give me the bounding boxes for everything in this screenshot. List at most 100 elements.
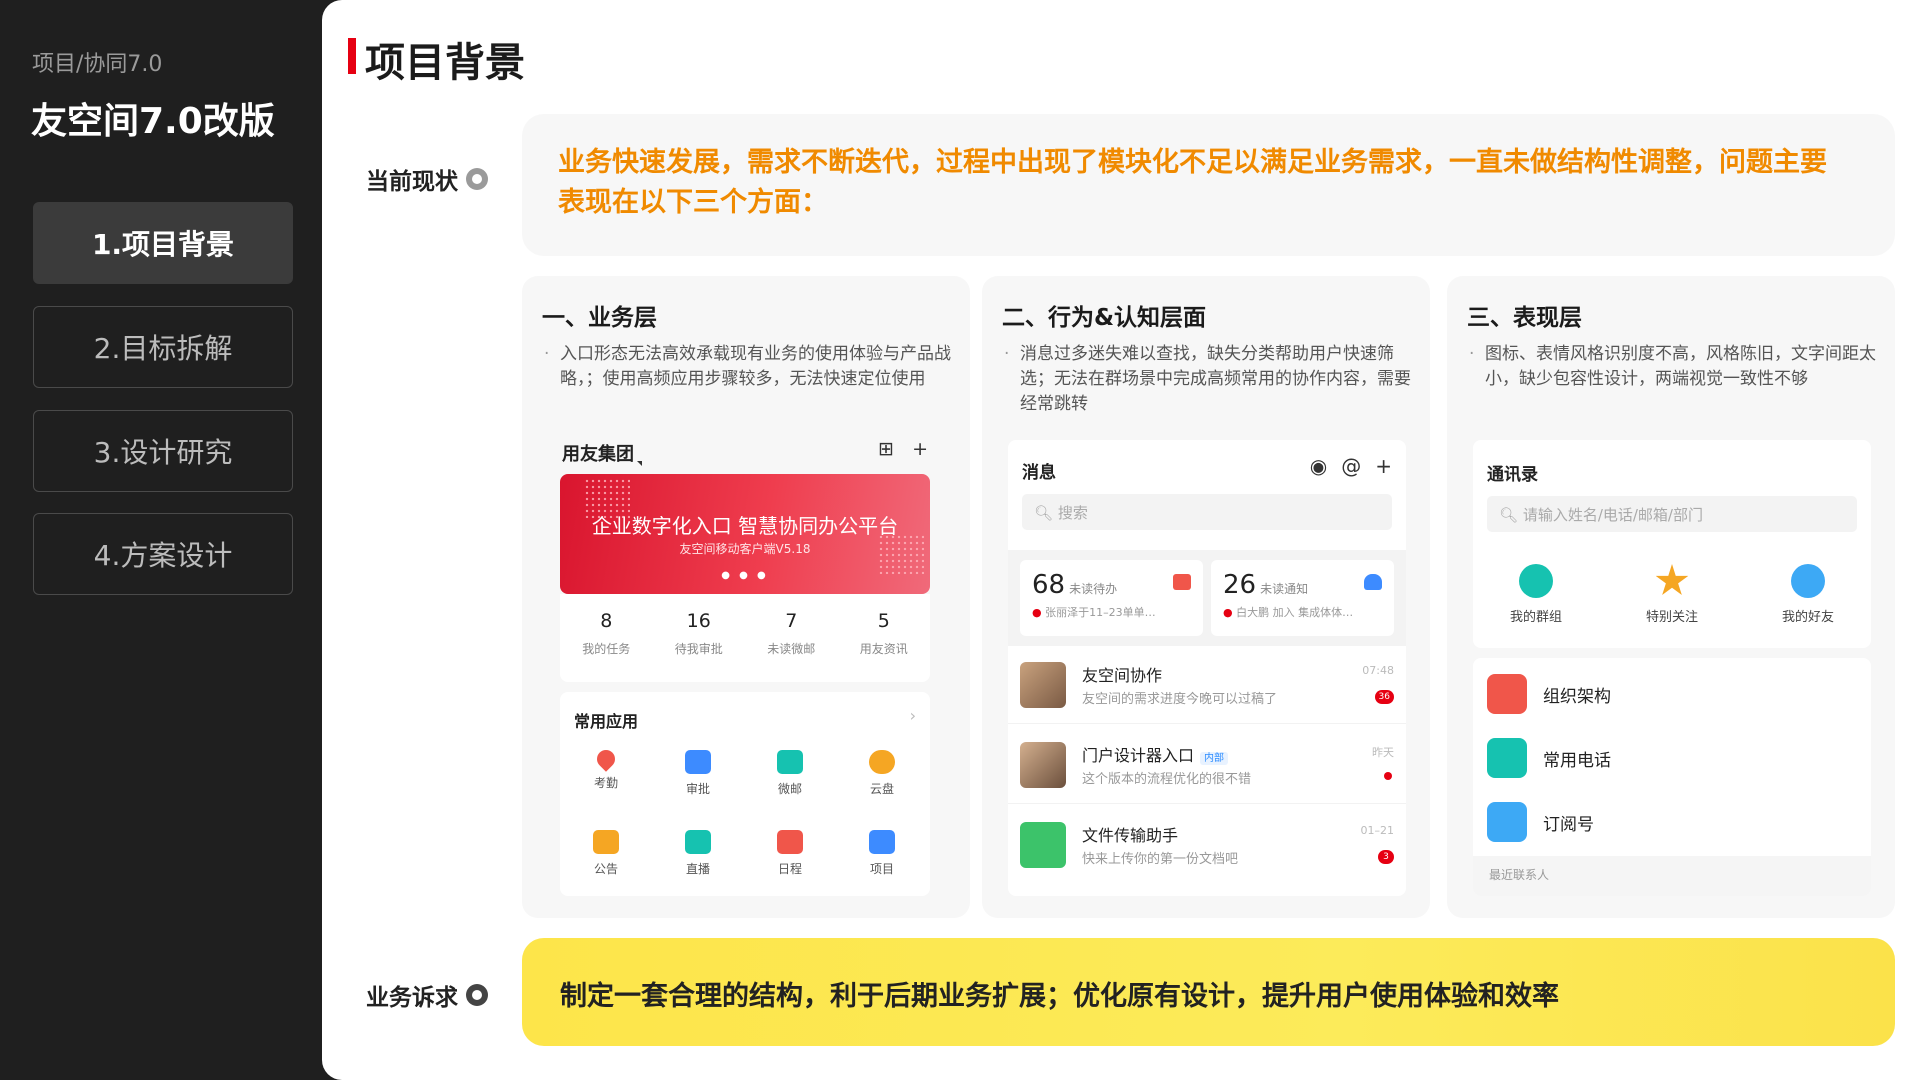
unread-badge: 36 [1374, 690, 1394, 704]
chat-name: 文件传输助手 [1082, 826, 1179, 845]
tile-sub-text: 张丽泽于11–23单单… [1045, 606, 1156, 619]
chat-name: 友空间协作 [1082, 666, 1163, 685]
star-icon [1655, 564, 1689, 595]
carousel-dots: ● ● ● [721, 570, 769, 581]
recent-contacts-header: 最近联系人 [1473, 856, 1871, 896]
unread-dot [1384, 772, 1392, 780]
sidebar: 项目/协同7.0 友空间7.0改版 1.项目背景 2.目标拆解 3.设计研究 4… [0, 0, 322, 1080]
promo-banner[interactable]: 企业数字化入口 智慧协同办公平台 友空间移动客户端V5.18 ● ● ● [560, 474, 930, 594]
app-project[interactable]: 项目 [836, 830, 928, 877]
contacts-title: 通讯录 [1487, 465, 1538, 485]
column-presentation-layer: 三、表现层 图标、表情风格识别度不高，风格陈旧，文字间距太小，缺少包容性设计，两… [1447, 276, 1895, 918]
contacts-mock: 通讯录 🔍︎ 请输入姓名/电话/邮箱/部门 我的群组 特别关注 我的好友 组织架… [1473, 440, 1871, 896]
column-business-layer: 一、业务层 入口形态无法高效承载现有业务的使用体验与产品战略，；使用高频应用步骤… [522, 276, 970, 918]
bullet-icon [466, 984, 488, 1006]
tile-todo[interactable]: 68 未读待办 ● 张丽泽于11–23单单… [1020, 560, 1203, 636]
contact-search-input[interactable]: 🔍︎ 请输入姓名/电话/邮箱/部门 [1487, 496, 1857, 532]
chat-row[interactable]: 门户设计器入口 内部 这个版本的流程优化的很不错 昨天 [1008, 726, 1406, 804]
messages-title: 消息 [1022, 463, 1056, 483]
app-cloud-drive[interactable]: 云盘 [836, 750, 928, 797]
chevron-right-icon[interactable]: › [910, 706, 916, 725]
app-calendar[interactable]: 日程 [744, 830, 836, 877]
column-title: 一、业务层 [542, 305, 657, 331]
chat-list: 友空间协作 友空间的需求进度今晚可以过稿了 07:48 36 门户设计器入口 内部… [1008, 646, 1406, 896]
bullet-icon [466, 168, 488, 190]
org-chart-icon [1487, 674, 1527, 714]
stat-value: 8 [600, 610, 613, 632]
nav-item-project-background[interactable]: 1.项目背景 [33, 202, 293, 284]
tile-count: 26 [1223, 570, 1257, 600]
cloud-icon [869, 750, 895, 774]
stat-label: 用友资讯 [859, 642, 908, 656]
bell-icon [1364, 574, 1382, 590]
location-icon [593, 746, 619, 772]
column-description: 图标、表情风格识别度不高，风格陈旧，文字间距太小，缺少包容性设计，两端视觉一致性… [1469, 342, 1877, 392]
tile-notice[interactable]: 26 未读通知 ● 白大鹏 加入 集成体体… [1211, 560, 1394, 636]
stat-label: 待我审批 [674, 642, 723, 656]
file-transfer-icon [1020, 822, 1066, 868]
messages-mock: 消息 ◉ @ + 🔍︎ 搜索 68 未读待办 ● 张丽泽于11–23单单… 26 未… [1008, 440, 1406, 896]
quick-special-follow[interactable]: 特别关注 [1612, 564, 1732, 625]
column-description: 消息过多迷失难以查找，缺失分类帮助用户快速筛选；无法在群场景中完成高频常用的协作… [1004, 342, 1412, 417]
tile-unit: 未读待办 [1069, 582, 1118, 596]
plus-icon[interactable]: + [912, 438, 928, 460]
list-item-subscriptions[interactable]: 订阅号 [1473, 790, 1871, 852]
calendar-icon [777, 830, 803, 854]
list-item-common-phones[interactable]: 常用电话 [1473, 726, 1871, 788]
tile-subtitle: ● 白大鹏 加入 集成体体… [1223, 606, 1354, 619]
app-label: 审批 [685, 782, 710, 796]
app-label: 日程 [777, 862, 802, 876]
stat-pending-approval[interactable]: 16 待我审批 [653, 594, 746, 682]
contacts-list: 组织架构 常用电话 订阅号 最近联系人 [1473, 658, 1871, 896]
banner-subtitle: 友空间移动客户端V5.18 [679, 542, 811, 556]
app-label: 考勤 [593, 776, 618, 790]
stat-news[interactable]: 5 用友资讯 [838, 594, 931, 682]
stats-row: 8 我的任务 16 待我审批 7 未读微邮 5 用友资讯 [560, 594, 930, 682]
approval-icon [685, 750, 711, 774]
list-item-org-structure[interactable]: 组织架构 [1473, 662, 1871, 724]
current-status-text: 当前现状 [366, 169, 458, 195]
stat-value: 5 [877, 610, 890, 632]
org-name: 用友集团 [562, 444, 634, 465]
chat-row[interactable]: 文件传输助手 快来上传你的第一份文档吧 01–21 3 [1008, 806, 1406, 884]
video-camera-icon [685, 830, 711, 854]
grid-icon[interactable]: ⊞ [878, 438, 894, 460]
business-ask-description: 制定一套合理的结构，利于后期业务扩展；优化原有设计，提升用户使用体验和效率 [560, 981, 1559, 1012]
nav-item-goal-breakdown[interactable]: 2.目标拆解 [33, 306, 293, 388]
business-ask-label: 业务诉求 [366, 978, 488, 1012]
nav-item-solution-design[interactable]: 4.方案设计 [33, 513, 293, 595]
quick-label: 特别关注 [1645, 610, 1698, 625]
plus-icon[interactable]: + [1375, 454, 1392, 478]
app-attendance[interactable]: 考勤 [560, 746, 652, 791]
apps-title: 常用应用 [574, 712, 639, 731]
tile-unit: 未读通知 [1260, 582, 1309, 596]
group-avatar [1020, 662, 1066, 708]
chat-message: 友空间的需求进度今晚可以过稿了 [1082, 692, 1278, 707]
search-placeholder: 请输入姓名/电话/邮箱/部门 [1522, 506, 1703, 524]
tile-count: 68 [1032, 570, 1066, 600]
chat-name-text: 门户设计器入口 [1082, 746, 1195, 765]
stat-my-tasks[interactable]: 8 我的任务 [560, 594, 653, 682]
app-live[interactable]: 直播 [652, 830, 744, 877]
chat-time: 昨天 [1372, 746, 1394, 759]
column-title: 二、行为&认知层面 [1002, 305, 1207, 331]
eye-icon[interactable]: ◉ [1310, 454, 1327, 478]
org-selector[interactable]: 用友集团 [562, 440, 642, 466]
quick-my-friends[interactable]: 我的好友 [1748, 564, 1868, 625]
stat-unread-mail[interactable]: 7 未读微邮 [745, 594, 838, 682]
common-apps-card: 常用应用 › 考勤 审批 微邮 云盘 公告 直播 日程 项目 [560, 692, 930, 896]
app-mail[interactable]: 微邮 [744, 750, 836, 797]
contacts-header: 通讯录 🔍︎ 请输入姓名/电话/邮箱/部门 我的群组 特别关注 我的好友 [1473, 440, 1871, 648]
app-approval[interactable]: 审批 [652, 750, 744, 797]
at-icon[interactable]: @ [1341, 454, 1361, 478]
chat-row[interactable]: 友空间协作 友空间的需求进度今晚可以过稿了 07:48 36 [1008, 646, 1406, 724]
banner-title: 企业数字化入口 智慧协同办公平台 [591, 514, 899, 538]
unread-badge: 3 [1378, 850, 1394, 864]
search-input[interactable]: 🔍︎ 搜索 [1022, 494, 1392, 530]
chat-message: 这个版本的流程优化的很不错 [1082, 772, 1252, 787]
page-title: 项目背景 [365, 40, 525, 86]
nav-item-design-research[interactable]: 3.设计研究 [33, 410, 293, 492]
app-announcement[interactable]: 公告 [560, 830, 652, 877]
stat-label: 我的任务 [582, 642, 631, 656]
quick-my-groups[interactable]: 我的群组 [1476, 564, 1596, 625]
